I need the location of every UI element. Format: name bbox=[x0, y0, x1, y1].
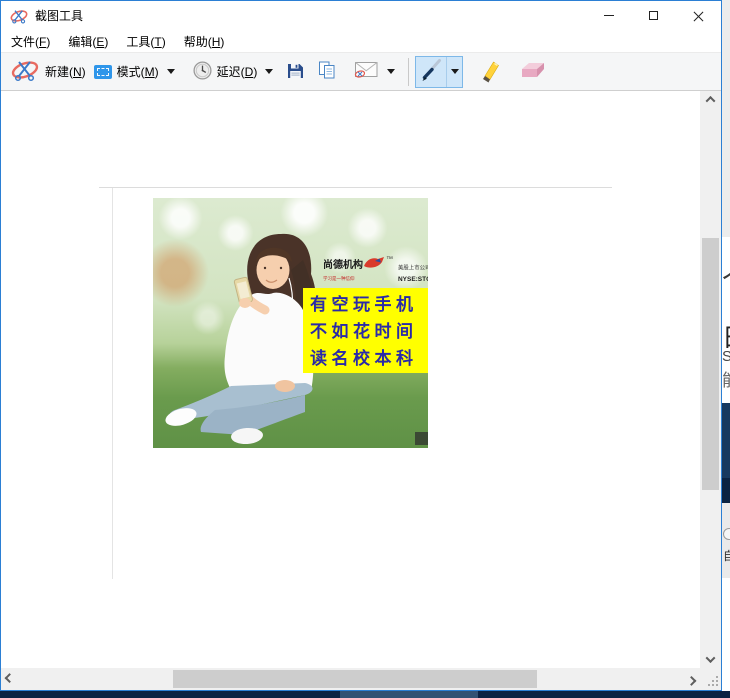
menu-item-tools[interactable]: 工具(T) bbox=[118, 31, 173, 52]
background-circle-icon bbox=[723, 528, 730, 540]
chevron-down-icon bbox=[387, 69, 395, 74]
window-controls bbox=[586, 1, 721, 30]
captured-horizontal-line bbox=[99, 187, 612, 188]
delay-dropdown-button[interactable] bbox=[262, 58, 276, 86]
chevron-down-icon bbox=[265, 69, 273, 74]
chevron-down-icon bbox=[167, 69, 175, 74]
selection-rectangle-icon bbox=[94, 65, 112, 79]
delay-button[interactable]: 延迟(D) bbox=[190, 57, 261, 87]
scissors-icon bbox=[10, 58, 40, 85]
slogan-line: 有空玩手机 bbox=[310, 291, 428, 318]
pen-split-button bbox=[415, 56, 463, 88]
chevron-up-icon bbox=[706, 96, 716, 106]
listing-text: 美股上市公司 bbox=[398, 263, 428, 271]
email-snip-button[interactable] bbox=[351, 57, 382, 87]
save-button[interactable] bbox=[284, 57, 307, 87]
floppy-disk-icon bbox=[287, 62, 304, 82]
brand-bull-icon bbox=[363, 256, 385, 274]
chevron-left-icon bbox=[5, 673, 15, 683]
maximize-icon bbox=[649, 11, 658, 20]
app-icon-scissors bbox=[9, 7, 29, 25]
horizontal-scrollbar[interactable] bbox=[1, 668, 700, 690]
captured-image: 尚德机构 ™ 学习是一种信仰 bbox=[153, 198, 428, 448]
highlighter-button[interactable] bbox=[475, 57, 505, 87]
menu-item-edit[interactable]: 编辑(E) bbox=[60, 31, 116, 52]
slogan-line: 读名校本科 bbox=[310, 345, 428, 372]
background-navy-block bbox=[722, 403, 730, 478]
new-snip-button[interactable]: 新建(N) bbox=[7, 57, 89, 87]
background-text-fragment: 自 bbox=[723, 547, 730, 564]
toolbar-separator bbox=[408, 58, 409, 86]
maximize-button[interactable] bbox=[631, 1, 676, 30]
close-icon bbox=[693, 10, 705, 22]
resize-grip-dots bbox=[707, 675, 719, 687]
close-button[interactable] bbox=[676, 1, 721, 30]
snipping-tool-window: 截图工具 文件(F) 编辑(E) 工具(T) 帮助(H) bbox=[0, 0, 722, 691]
minimize-button[interactable] bbox=[586, 1, 631, 30]
mode-button[interactable]: 模式(M) bbox=[91, 57, 162, 87]
vertical-scrollbar-thumb[interactable] bbox=[702, 238, 719, 490]
pen-dropdown-button[interactable] bbox=[446, 57, 462, 87]
menu-item-help[interactable]: 帮助(H) bbox=[176, 31, 233, 52]
chevron-down-icon bbox=[451, 69, 459, 74]
chevron-right-icon bbox=[687, 675, 697, 685]
captured-vertical-line bbox=[112, 188, 113, 579]
background-window-sliver: 个 日 S 能 自 bbox=[722, 0, 730, 691]
window-title: 截图工具 bbox=[35, 7, 83, 24]
copy-button[interactable] bbox=[315, 57, 339, 87]
scroll-right-button[interactable] bbox=[683, 668, 700, 690]
scroll-down-button[interactable] bbox=[700, 651, 721, 668]
ad-slogan-box: 有空玩手机 不如花时间 读名校本科 bbox=[303, 288, 428, 373]
email-dropdown-button[interactable] bbox=[384, 58, 398, 86]
brand-tagline: 学习是一种信仰 bbox=[323, 275, 355, 282]
snip-canvas[interactable]: 尚德机构 ™ 学习是一种信仰 bbox=[1, 91, 700, 668]
scroll-up-button[interactable] bbox=[700, 91, 721, 108]
background-navy-block-dark bbox=[722, 478, 730, 503]
vertical-scrollbar[interactable] bbox=[700, 91, 721, 668]
brand-name: 尚德机构 bbox=[323, 256, 363, 271]
titlebar: 截图工具 bbox=[1, 1, 721, 30]
eraser-icon bbox=[518, 61, 546, 82]
copy-icon bbox=[318, 61, 336, 82]
toolbar: 新建(N) 模式(M) 延迟(D) bbox=[1, 52, 721, 91]
pen-icon bbox=[419, 57, 443, 86]
horizontal-scrollbar-thumb[interactable] bbox=[173, 670, 537, 688]
brand-logo-block: 尚德机构 ™ 学习是一种信仰 bbox=[323, 256, 428, 288]
envelope-icon bbox=[354, 61, 379, 82]
screen: 个 日 S 能 自 截图工具 bbox=[0, 0, 730, 698]
resize-grip[interactable] bbox=[700, 668, 721, 690]
new-snip-label: 新建(N) bbox=[45, 63, 86, 80]
minimize-icon bbox=[604, 15, 614, 16]
background-text-fragment: 个 bbox=[722, 260, 730, 297]
slogan-line: 不如花时间 bbox=[310, 318, 428, 345]
background-gray-area bbox=[722, 0, 730, 237]
background-text-fragment: S bbox=[722, 348, 730, 365]
desktop-background-bottom bbox=[0, 691, 730, 698]
ad-watermark bbox=[415, 432, 428, 445]
menu-bar: 文件(F) 编辑(E) 工具(T) 帮助(H) bbox=[1, 30, 721, 52]
mode-dropdown-button[interactable] bbox=[164, 58, 178, 86]
clock-icon bbox=[193, 61, 212, 83]
highlighter-icon bbox=[478, 57, 502, 86]
trademark-symbol: ™ bbox=[386, 256, 393, 263]
ticker-text: NYSE:STG bbox=[398, 275, 428, 282]
eraser-button[interactable] bbox=[515, 57, 549, 87]
pen-button[interactable] bbox=[416, 57, 446, 87]
scroll-left-button[interactable] bbox=[1, 668, 18, 690]
delay-label: 延迟(D) bbox=[217, 63, 258, 80]
menu-item-file[interactable]: 文件(F) bbox=[3, 31, 58, 52]
mode-label: 模式(M) bbox=[117, 63, 159, 80]
chevron-down-icon bbox=[706, 653, 716, 663]
background-light-block: 自 bbox=[722, 503, 730, 578]
desktop-background-accent bbox=[340, 691, 478, 698]
background-text-fragment: 能 bbox=[722, 366, 730, 391]
